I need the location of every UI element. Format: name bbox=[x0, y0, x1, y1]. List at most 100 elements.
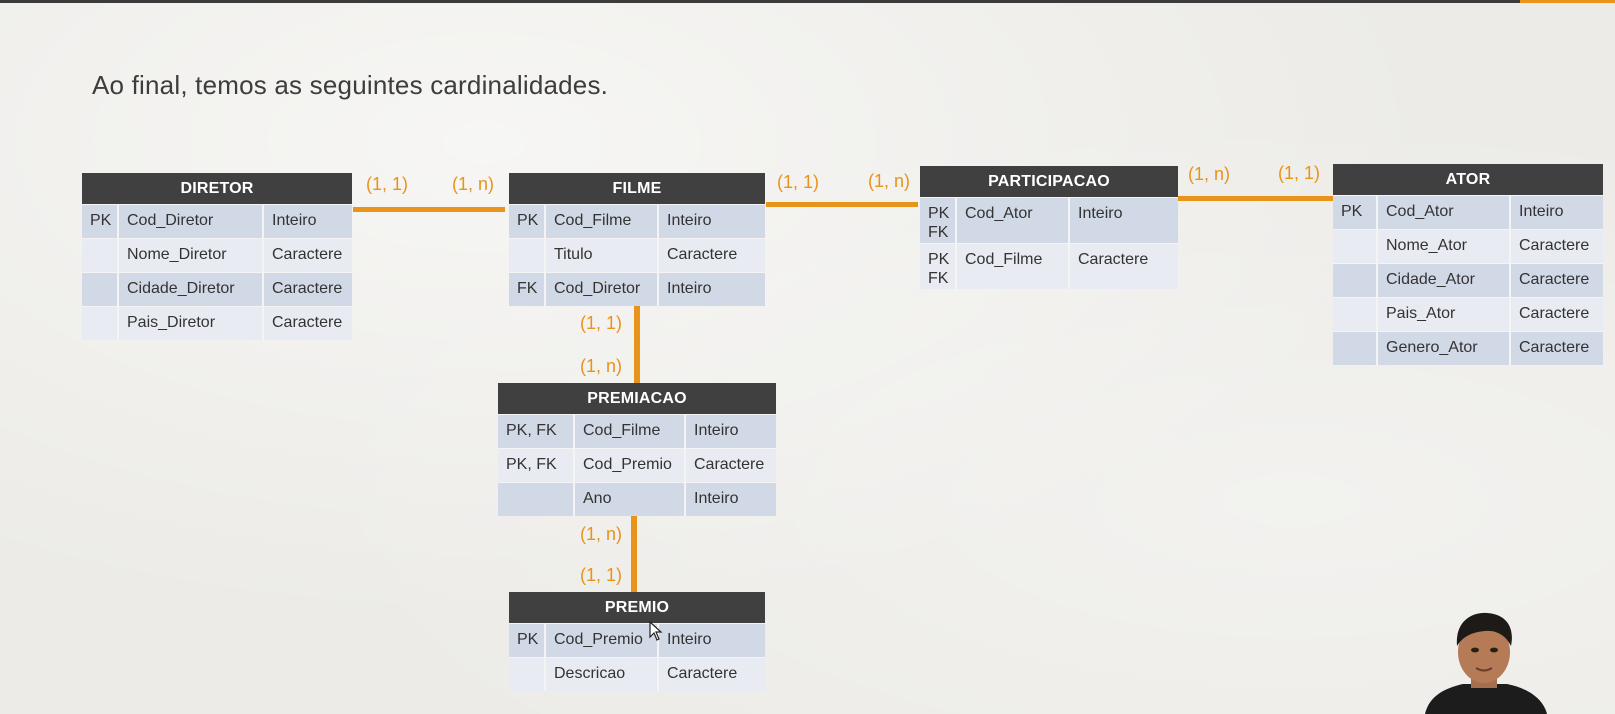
type-cell: Caractere bbox=[1511, 230, 1603, 263]
table-row: Pais_Ator Caractere bbox=[1333, 297, 1603, 331]
cardinality-label: (1, 1) bbox=[1278, 163, 1321, 183]
type-cell: Inteiro bbox=[659, 624, 765, 657]
type-cell: Caractere bbox=[264, 307, 352, 340]
table-row: PK Cod_Ator Inteiro bbox=[1333, 195, 1603, 229]
entity-diretor: DIRETOR PK Cod_Diretor Inteiro Nome_Dire… bbox=[82, 173, 352, 340]
field-cell: Titulo bbox=[546, 239, 659, 272]
table-row: PK, FK Cod_Premio Caractere bbox=[498, 448, 776, 482]
key-cell bbox=[509, 239, 546, 272]
table-row: FK Cod_Diretor Inteiro bbox=[509, 272, 765, 306]
top-bar bbox=[0, 0, 1615, 3]
key-cell bbox=[1333, 230, 1378, 263]
cardinality-label: (1, n) bbox=[452, 174, 495, 194]
entity-premio: PREMIO PK Cod_Premio Inteiro Descricao C… bbox=[509, 592, 765, 691]
field-cell: Cod_Ator bbox=[1378, 196, 1511, 229]
key-cell bbox=[498, 483, 575, 516]
cardinality-label: (1, n) bbox=[868, 171, 911, 191]
key-cell bbox=[1333, 264, 1378, 297]
field-cell: Cod_Filme bbox=[575, 415, 686, 448]
entity-header: PREMIO bbox=[509, 592, 765, 623]
cardinality-label: (1, n) bbox=[580, 524, 623, 544]
type-cell: Caractere bbox=[264, 239, 352, 272]
type-cell: Caractere bbox=[1511, 332, 1603, 365]
field-cell: Cod_Diretor bbox=[119, 205, 264, 238]
key-cell: PK FK bbox=[920, 198, 957, 243]
table-row: Descricao Caractere bbox=[509, 657, 765, 691]
link-premiacao-premio bbox=[631, 516, 637, 592]
table-row: Titulo Caractere bbox=[509, 238, 765, 272]
key-cell: PK, FK bbox=[498, 415, 575, 448]
key-cell bbox=[82, 239, 119, 272]
entity-header: ATOR bbox=[1333, 164, 1603, 195]
type-cell: Inteiro bbox=[1070, 198, 1178, 243]
field-cell: Cod_Ator bbox=[957, 198, 1070, 243]
table-row: PK FK Cod_Filme Caractere bbox=[920, 243, 1178, 289]
field-cell: Genero_Ator bbox=[1378, 332, 1511, 365]
key-cell: PK, FK bbox=[498, 449, 575, 482]
key-cell: PK bbox=[1333, 196, 1378, 229]
type-cell: Caractere bbox=[659, 239, 765, 272]
entity-filme: FILME PK Cod_Filme Inteiro Titulo Caract… bbox=[509, 173, 765, 306]
cardinality-label: (1, n) bbox=[580, 356, 623, 376]
type-cell: Inteiro bbox=[686, 483, 776, 516]
entity-participacao: PARTICIPACAO PK FK Cod_Ator Inteiro PK F… bbox=[920, 166, 1178, 289]
table-row: PK Cod_Filme Inteiro bbox=[509, 204, 765, 238]
link-filme-premiacao bbox=[634, 306, 640, 385]
key-cell bbox=[509, 658, 546, 691]
table-row: Nome_Diretor Caractere bbox=[82, 238, 352, 272]
type-cell: Inteiro bbox=[1511, 196, 1603, 229]
key-cell bbox=[82, 307, 119, 340]
slide-title: Ao final, temos as seguintes cardinalida… bbox=[92, 70, 609, 100]
table-row: Pais_Diretor Caractere bbox=[82, 306, 352, 340]
key-cell bbox=[1333, 332, 1378, 365]
table-row: Cidade_Ator Caractere bbox=[1333, 263, 1603, 297]
entity-header: DIRETOR bbox=[82, 173, 352, 204]
field-cell: Pais_Diretor bbox=[119, 307, 264, 340]
table-row: PK FK Cod_Ator Inteiro bbox=[920, 197, 1178, 243]
mouse-pointer-icon bbox=[649, 621, 663, 641]
table-row: PK, FK Cod_Filme Inteiro bbox=[498, 414, 776, 448]
entity-header: FILME bbox=[509, 173, 765, 204]
type-cell: Caractere bbox=[1511, 298, 1603, 331]
type-cell: Caractere bbox=[659, 658, 765, 691]
field-cell: Descricao bbox=[546, 658, 659, 691]
cardinality-label: (1, n) bbox=[1188, 164, 1231, 184]
field-cell: Cod_Filme bbox=[546, 205, 659, 238]
type-cell: Inteiro bbox=[264, 205, 352, 238]
key-cell bbox=[1333, 298, 1378, 331]
top-bar-accent bbox=[1520, 0, 1615, 3]
field-cell: Cod_Premio bbox=[575, 449, 686, 482]
table-row: PK Cod_Premio Inteiro bbox=[509, 623, 765, 657]
key-cell: PK bbox=[509, 205, 546, 238]
table-row: Genero_Ator Caractere bbox=[1333, 331, 1603, 365]
cardinality-label: (1, 1) bbox=[777, 172, 820, 192]
entity-ator: ATOR PK Cod_Ator Inteiro Nome_Ator Carac… bbox=[1333, 164, 1603, 365]
type-cell: Caractere bbox=[1511, 264, 1603, 297]
entity-premiacao: PREMIACAO PK, FK Cod_Filme Inteiro PK, F… bbox=[498, 383, 776, 516]
type-cell: Inteiro bbox=[659, 273, 765, 306]
link-participacao-ator bbox=[1178, 196, 1333, 201]
field-cell: Cod_Filme bbox=[957, 244, 1070, 289]
type-cell: Inteiro bbox=[659, 205, 765, 238]
field-cell: Nome_Ator bbox=[1378, 230, 1511, 263]
table-row: Nome_Ator Caractere bbox=[1333, 229, 1603, 263]
key-cell bbox=[82, 273, 119, 306]
table-row: Cidade_Diretor Caractere bbox=[82, 272, 352, 306]
link-diretor-filme bbox=[353, 207, 505, 212]
key-cell: FK bbox=[509, 273, 546, 306]
key-cell: PK bbox=[82, 205, 119, 238]
key-cell: PK FK bbox=[920, 244, 957, 289]
field-cell: Cidade_Diretor bbox=[119, 273, 264, 306]
field-cell: Pais_Ator bbox=[1378, 298, 1511, 331]
cardinality-label: (1, 1) bbox=[580, 565, 623, 585]
type-cell: Caractere bbox=[1070, 244, 1178, 289]
link-filme-participacao bbox=[766, 202, 918, 207]
field-cell: Cod_Premio bbox=[546, 624, 659, 657]
table-row: PK Cod_Diretor Inteiro bbox=[82, 204, 352, 238]
field-cell: Cod_Diretor bbox=[546, 273, 659, 306]
cardinality-label: (1, 1) bbox=[580, 313, 623, 333]
key-cell: PK bbox=[509, 624, 546, 657]
field-cell: Cidade_Ator bbox=[1378, 264, 1511, 297]
type-cell: Caractere bbox=[264, 273, 352, 306]
presenter-video bbox=[1425, 612, 1547, 714]
